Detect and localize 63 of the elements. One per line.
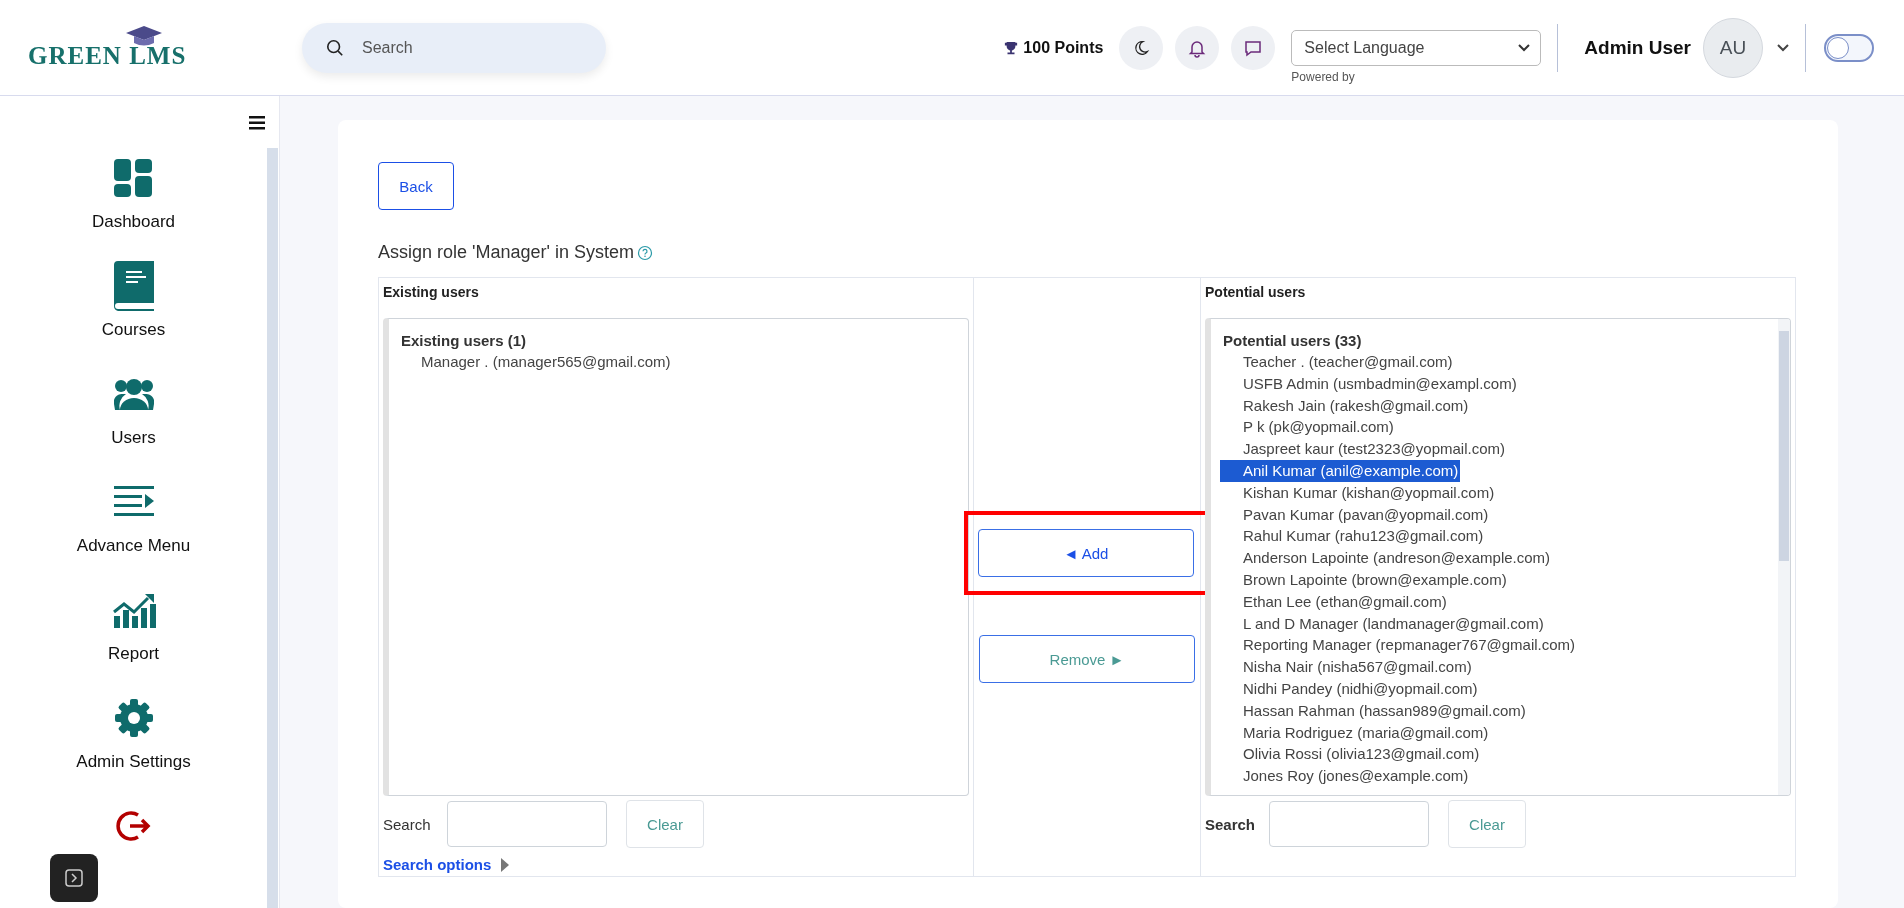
add-button[interactable]: ◄ Add [978, 529, 1194, 577]
search-bar[interactable]: Search [302, 22, 606, 73]
user-option[interactable]: Manager . (manager565@gmail.com) [401, 351, 673, 373]
sidebar-item[interactable]: Users [111, 368, 156, 476]
user-listbox[interactable] [1205, 318, 1791, 796]
toggle-switch[interactable] [1824, 33, 1874, 62]
search-field[interactable] [447, 801, 607, 847]
user-option[interactable]: Pavan Kumar (pavan@yopmail.com) [1223, 503, 1491, 526]
menu-icon[interactable] [249, 116, 265, 130]
user-option[interactable]: Brown Lapointe (brown@example.com) [1223, 568, 1509, 591]
back-button[interactable]: Back [378, 162, 454, 210]
expand-button[interactable] [50, 854, 98, 902]
sidebar-item[interactable]: Dashboard [91, 152, 176, 260]
sidebar-item[interactable]: Courses [101, 260, 166, 368]
scrollbar[interactable] [267, 148, 278, 908]
user-listbox[interactable]: Existing users (1) Manager . (manager565@gmail.com) [383, 318, 969, 796]
book-icon [111, 260, 156, 312]
user-option[interactable]: Anil Kumar (anil@example.com) [1220, 460, 1461, 482]
user-option[interactable]: Jones Roy (jones@example.com) [1223, 765, 1471, 787]
chevron-down-icon[interactable] [1777, 43, 1789, 52]
sidebar-item[interactable]: Admin Settings [76, 692, 191, 800]
powered-by-label: Powered by [1291, 69, 1356, 84]
search-icon [326, 38, 344, 57]
moon-icon [1132, 38, 1151, 57]
search-field[interactable]: Search [360, 37, 564, 58]
search-label: Search [383, 815, 432, 833]
user-option[interactable]: Ethan Lee (ethan@gmail.com) [1223, 590, 1449, 613]
sidebar-item[interactable]: Advance Menu [76, 476, 191, 584]
help-icon[interactable] [637, 244, 653, 261]
scrollbar[interactable] [1778, 319, 1790, 795]
column-heading: Potential users [1205, 284, 1307, 300]
group-label: Potential users (33) [1223, 331, 1363, 350]
user-option[interactable]: Rakesh Jain (rakesh@gmail.com) [1223, 394, 1471, 417]
user-option[interactable]: Hassan Rahman (hassan989@gmail.com) [1223, 699, 1528, 722]
group-label: Existing users (1) [401, 331, 528, 350]
page-title: Assign role 'Manager' in System [378, 242, 634, 263]
logo[interactable]: GREEN LMS [28, 23, 278, 72]
caret-right-icon[interactable] [501, 857, 510, 872]
user-option[interactable]: USFB Admin (usmbadmin@exampl.com) [1223, 372, 1519, 395]
search-field[interactable] [1269, 801, 1429, 847]
user-option[interactable]: Kishan Kumar (kishan@yopmail.com) [1223, 481, 1497, 504]
search-options-link[interactable]: Search options [383, 856, 492, 873]
user-option[interactable]: Nisha Nair (nisha567@gmail.com) [1223, 656, 1474, 678]
column-heading: Existing users [383, 284, 480, 300]
user-option[interactable]: Maria Rodriguez (maria@gmail.com) [1223, 721, 1491, 744]
search-label: Search [1205, 815, 1257, 833]
user-option[interactable]: Olivia Rossi (olivia123@gmail.com) [1223, 743, 1482, 766]
user-option[interactable]: Rahul Kumar (rahu123@gmail.com) [1223, 525, 1486, 548]
user-option[interactable]: P k (pk@yopmail.com) [1223, 416, 1396, 439]
user-option[interactable]: Jaspreet kaur (test2323@yopmail.com) [1223, 438, 1507, 460]
user-option[interactable]: Nidhi Pandey (nidhi@yopmail.com) [1223, 677, 1480, 700]
language-select[interactable]: Select Language [1291, 29, 1542, 66]
user-avatar[interactable]: AU [1703, 17, 1763, 78]
user-option[interactable]: L and D Manager (landmanager@gmail.com) [1223, 612, 1546, 635]
user-name: Admin User [1584, 36, 1691, 59]
chevron-down-icon [1518, 43, 1531, 52]
sidebar-item[interactable]: Report [108, 584, 159, 692]
user-option[interactable]: Teacher . (teacher@gmail.com) [1223, 351, 1455, 373]
user-option[interactable]: Anderson Lapointe (andreson@example.com) [1223, 547, 1553, 569]
chevron-right-icon [64, 868, 84, 888]
points-label: 100 Points [1023, 38, 1104, 57]
user-option[interactable]: Reporting Manager (repmanager767@gmail.com) [1223, 634, 1578, 657]
trophy-icon [1004, 40, 1019, 55]
